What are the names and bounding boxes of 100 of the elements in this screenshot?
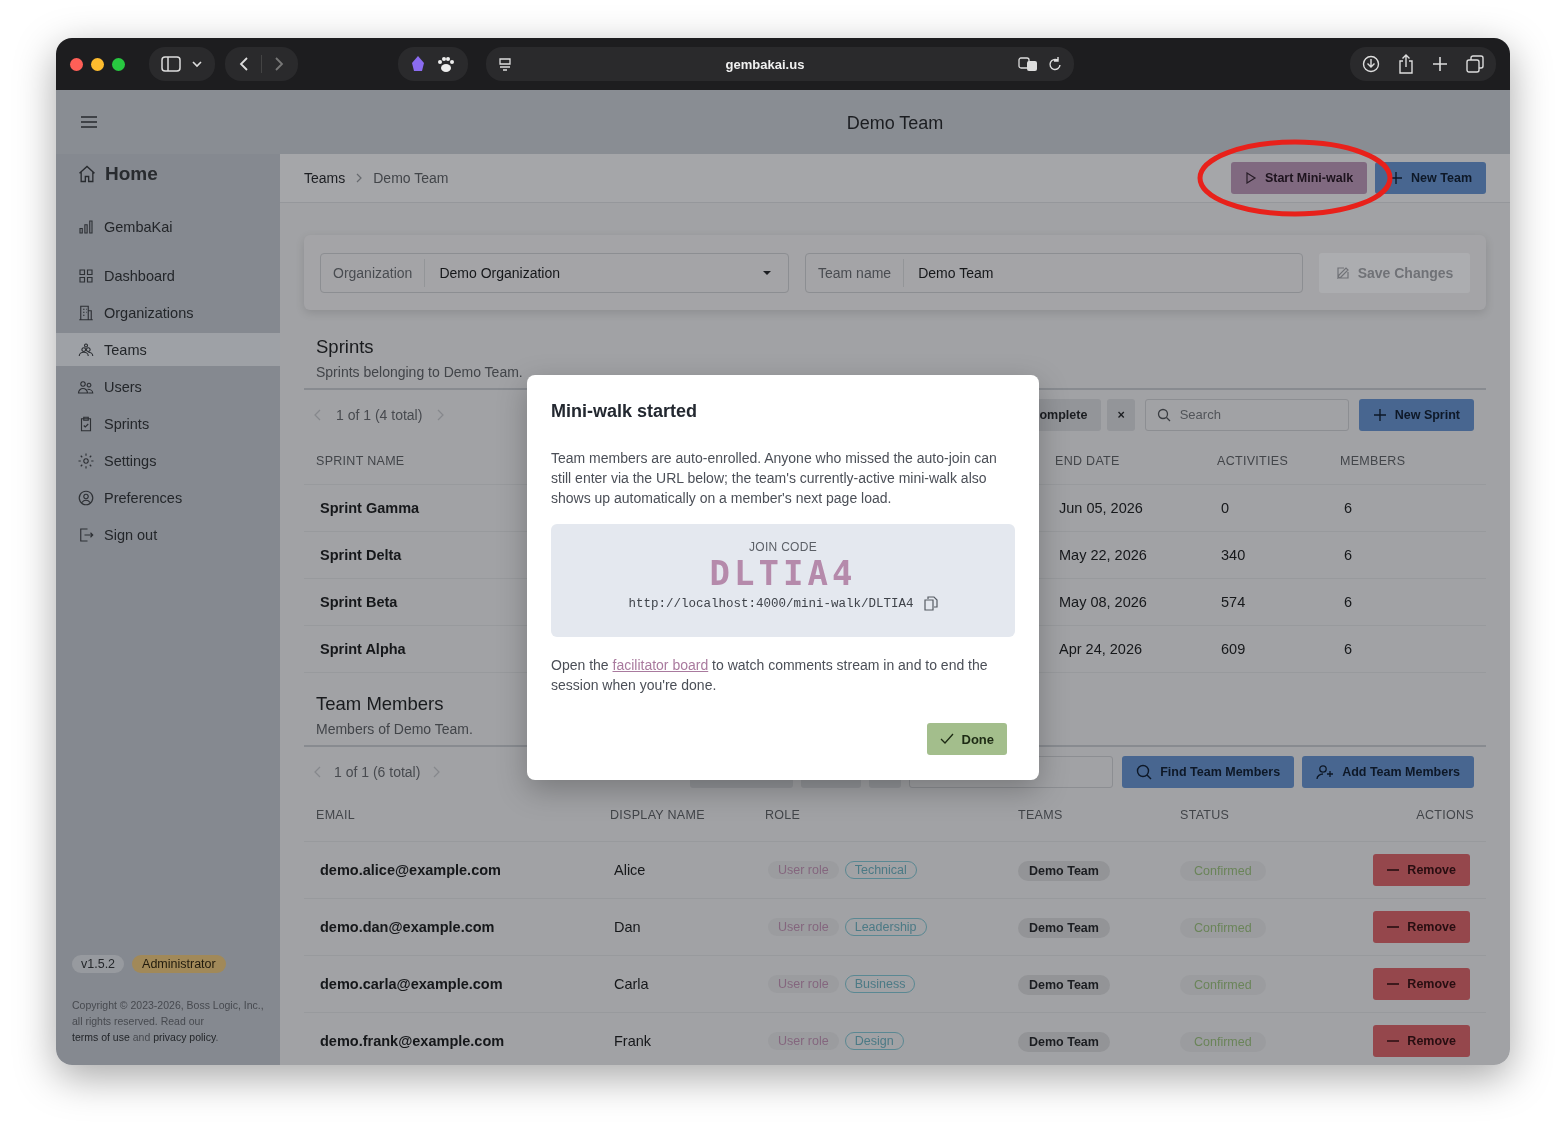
home-link[interactable]: Home	[56, 162, 280, 186]
column-header: TEAMS	[1018, 807, 1063, 822]
team-tag: Demo Team	[1018, 918, 1110, 938]
status-tag: Confirmed	[1180, 1032, 1266, 1052]
breadcrumb-current: Demo Team	[373, 170, 449, 186]
sidebar-item[interactable]: Preferences	[56, 481, 280, 514]
members-cell-text: 6	[1343, 500, 1353, 516]
minimize-button[interactable]	[91, 57, 104, 71]
minus-icon	[1387, 1040, 1400, 1042]
sidebar-item[interactable]: GembaKai	[56, 210, 280, 243]
modal-title: Mini-walk started	[551, 401, 699, 422]
play-icon	[1244, 172, 1257, 184]
email-cell-text: demo.dan@example.com	[319, 919, 495, 935]
paw-icon[interactable]	[436, 55, 456, 73]
tabs-icon[interactable]	[1466, 55, 1484, 73]
team-name-field[interactable]: Team name Demo Team	[805, 252, 1303, 293]
section-title: Team Members	[316, 693, 445, 715]
sidebar-item[interactable]: Dashboard	[56, 259, 280, 292]
join-url: http://localhost:4000/mini-walk/DLTIA4	[628, 596, 914, 611]
zoom-button[interactable]	[112, 57, 125, 71]
section-subtitle: Sprints belonging to Demo Team.	[316, 364, 523, 380]
activities-cell-text: 0	[1220, 500, 1230, 516]
dropdown-caret-icon	[762, 269, 772, 276]
status-tag: Confirmed	[1180, 975, 1266, 995]
sprint-name-cell-text: Sprint Delta	[319, 547, 402, 563]
remove-button[interactable]: Remove	[1373, 968, 1470, 1000]
remove-button[interactable]: Remove	[1373, 854, 1470, 886]
reload-icon[interactable]	[1048, 56, 1062, 72]
status-tag: Confirmed	[1180, 918, 1266, 938]
clear-button[interactable]: ×	[1107, 398, 1135, 431]
activities-cell-text: 340	[1220, 547, 1246, 563]
column-header: ACTIVITIES	[1217, 453, 1289, 468]
plus-icon[interactable]	[1432, 56, 1448, 72]
end-date-cell-text: May 22, 2026	[1058, 547, 1147, 563]
sprint-name-cell-text: Sprint Gamma	[319, 500, 420, 516]
extension-icon[interactable]	[410, 55, 426, 73]
remove-button[interactable]: Remove	[1373, 911, 1470, 943]
display-name-cell-text: Dan	[613, 919, 641, 935]
members-cell-text: 6	[1343, 594, 1353, 610]
pager-text: 1 of 1 (4 total)	[336, 406, 423, 423]
find-team-members-button[interactable]: Find Team Members	[1122, 755, 1295, 788]
column-header: DISPLAY NAME	[610, 807, 705, 822]
sidebar-icon	[161, 56, 181, 72]
new-team-button[interactable]: New Team	[1375, 162, 1486, 194]
search-icon	[1156, 407, 1171, 422]
logout-icon	[77, 525, 95, 544]
remove-button[interactable]: Remove	[1373, 1025, 1470, 1057]
pencil-icon	[1335, 265, 1350, 280]
share-icon[interactable]	[1398, 54, 1414, 74]
start-mini-walk-button[interactable]: Start Mini-walk	[1230, 162, 1368, 194]
column-header: EMAIL	[316, 807, 355, 822]
page-menu-icon[interactable]	[498, 57, 512, 71]
facilitator-board-link[interactable]: facilitator board	[612, 657, 709, 673]
breadcrumb-link[interactable]: Teams	[304, 170, 346, 186]
download-icon[interactable]	[1362, 55, 1380, 73]
add-user-icon	[1316, 763, 1335, 780]
organization-select[interactable]: Organization Demo Organization	[320, 252, 789, 293]
members-cell-text: 6	[1343, 547, 1353, 563]
close-button[interactable]	[70, 57, 83, 71]
search-field[interactable]: Search	[1144, 398, 1349, 431]
modal-text: Team members are auto-enrolled. Anyone who missed the auto-join can still enter via the URL below; the team's currently-active mini-walk also shows up automatically on a member's next page load.	[551, 449, 998, 508]
team-tag: Demo Team	[1018, 1032, 1110, 1052]
sidebar-item[interactable]: Users	[56, 370, 280, 403]
terms-link[interactable]: terms of use	[72, 1031, 130, 1043]
display-name-cell-text: Carla	[613, 976, 649, 992]
menu-icon[interactable]	[80, 115, 98, 129]
team-tag: Demo Team	[1018, 975, 1110, 995]
column-header: STATUS	[1180, 807, 1230, 822]
sidebar-item[interactable]: Organizations	[56, 296, 280, 329]
new-sprint-button[interactable]: New Sprint	[1358, 398, 1474, 431]
sidebar-item[interactable]: Teams	[56, 333, 280, 366]
column-header: SPRINT NAME	[316, 453, 405, 468]
display-name-cell-text: Frank	[613, 1033, 652, 1049]
building-icon	[77, 303, 95, 322]
bar-chart-icon	[77, 217, 95, 236]
column-header: END DATE	[1055, 453, 1120, 468]
sidebar-item[interactable]: Sign out	[56, 518, 280, 551]
back-icon[interactable]	[237, 56, 251, 72]
grid-icon	[77, 266, 95, 285]
add-team-members-button[interactable]: Add Team Members	[1302, 755, 1474, 788]
sidebar-item[interactable]: Settings	[56, 444, 280, 477]
forward-icon[interactable]	[272, 56, 286, 72]
end-date-cell-text: Jun 05, 2026	[1058, 500, 1143, 516]
sprint-name-cell-text: Sprint Beta	[319, 594, 398, 610]
sidebar-item[interactable]: Sprints	[56, 407, 280, 440]
home-icon	[77, 164, 97, 184]
sprint-name-cell-text: Sprint Alpha	[319, 641, 406, 657]
join-code: DLTIA4	[709, 554, 857, 592]
copy-icon[interactable]	[923, 596, 938, 611]
email-cell-text: demo.carla@example.com	[319, 976, 503, 992]
column-header: ROLE	[765, 807, 801, 822]
page-title: Demo Team	[845, 111, 944, 134]
done-button[interactable]: Done	[926, 723, 1007, 755]
display-name-cell-text: Alice	[613, 862, 646, 878]
minus-icon	[1387, 926, 1400, 928]
sidebar-toggle-button[interactable]	[149, 47, 215, 81]
role-badge: Administrator	[132, 955, 226, 973]
address-bar[interactable]: gembakai.us	[486, 47, 1074, 81]
status-tag: Confirmed	[1180, 861, 1266, 881]
end-date-cell-text: Apr 24, 2026	[1058, 641, 1143, 657]
